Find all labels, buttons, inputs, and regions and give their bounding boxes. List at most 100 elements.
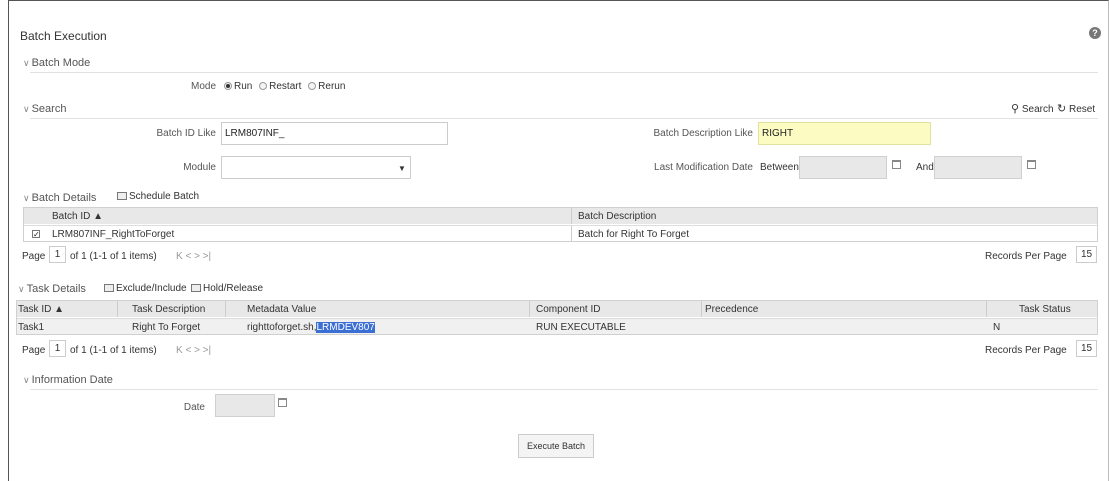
- module-label: Module: [183, 162, 216, 173]
- hold-icon: [191, 284, 201, 292]
- check-icon: ✓: [32, 230, 40, 239]
- pagination-nav-icons[interactable]: K < > >|: [176, 251, 211, 262]
- column-divider: [225, 301, 226, 317]
- between-label: Between: [760, 162, 799, 173]
- search-header[interactable]: ∨ Search: [23, 103, 66, 115]
- metadata-value-cell: righttoforget.sh,LRMDEV807: [247, 322, 375, 333]
- restart-radio[interactable]: [259, 82, 268, 90]
- search-button-label: Search: [1021, 104, 1054, 115]
- help-icon[interactable]: ?: [1089, 27, 1101, 39]
- information-date-input[interactable]: [215, 394, 275, 417]
- exclude-include-button[interactable]: Exclude/Include: [104, 283, 187, 294]
- calendar-icon[interactable]: [892, 160, 901, 169]
- column-divider: [117, 301, 118, 317]
- calendar-icon[interactable]: [278, 398, 287, 407]
- reset-icon: ↻: [1057, 103, 1067, 115]
- divider: [30, 72, 1098, 73]
- table-row[interactable]: ✓ LRM807INF_RightToForget Batch for Righ…: [24, 225, 1097, 241]
- run-label: Run: [234, 81, 253, 92]
- execute-batch-button[interactable]: Execute Batch: [518, 434, 594, 458]
- batch-desc-label: Batch Description Like: [653, 128, 754, 139]
- row-checkbox[interactable]: ✓: [32, 229, 40, 240]
- batch-desc-input[interactable]: RIGHT: [758, 122, 931, 145]
- column-divider: [701, 301, 702, 317]
- column-header-metadata-value[interactable]: Metadata Value: [247, 304, 316, 315]
- pagination-nav-icons[interactable]: K < > >|: [176, 345, 211, 356]
- page-number-input[interactable]: 1: [49, 246, 66, 263]
- column-header-task-description[interactable]: Task Description: [132, 304, 205, 315]
- metadata-value-selection: LRMDEV807: [316, 322, 375, 333]
- batch-table-header: Batch ID ▲ Batch Description: [24, 208, 1097, 224]
- batch-mode-header-label: Batch Mode: [31, 57, 91, 69]
- pagination-info: of 1 (1-1 of 1 items): [70, 251, 157, 262]
- last-mod-label: Last Modification Date: [654, 162, 753, 173]
- schedule-batch-label: Schedule Batch: [129, 191, 200, 202]
- hold-release-button[interactable]: Hold/Release: [191, 283, 263, 294]
- column-header-task-id[interactable]: Task ID ▲: [18, 304, 64, 315]
- metadata-value-text: righttoforget.sh,: [247, 322, 317, 333]
- column-divider: [529, 301, 530, 317]
- schedule-icon: [117, 192, 127, 200]
- divider: [30, 118, 1098, 119]
- search-header-label: Search: [31, 103, 67, 115]
- page-title: Batch Execution: [20, 29, 107, 43]
- table-row[interactable]: Task1 Right To Forget righttoforget.sh,L…: [17, 318, 1097, 334]
- column-divider: [571, 208, 572, 224]
- page-number-input[interactable]: 1: [49, 340, 66, 357]
- module-select[interactable]: [221, 156, 411, 179]
- task-id-cell: Task1: [18, 322, 45, 333]
- from-date-input[interactable]: [799, 156, 887, 179]
- mode-radio-group: Run Restart Rerun: [224, 81, 349, 92]
- information-date-header[interactable]: ∨ Information Date: [23, 374, 113, 386]
- mode-label: Mode: [190, 81, 216, 92]
- calendar-icon[interactable]: [1027, 160, 1036, 169]
- task-table-header: Task ID ▲ Task Description Metadata Valu…: [17, 301, 1097, 317]
- column-header-batch-id[interactable]: Batch ID ▲: [52, 211, 103, 222]
- batch-description-cell: Batch for Right To Forget: [578, 229, 689, 240]
- dropdown-caret-icon: ▼: [398, 164, 406, 173]
- exclude-include-label: Exclude/Include: [116, 283, 187, 294]
- chevron-down-icon: ∨: [23, 58, 30, 68]
- restart-label: Restart: [269, 81, 302, 92]
- task-description-cell: Right To Forget: [132, 322, 201, 333]
- chevron-down-icon: ∨: [23, 375, 30, 385]
- exclude-icon: [104, 284, 114, 292]
- date-label: Date: [183, 402, 205, 413]
- column-divider: [986, 301, 987, 317]
- pagination-page-label: Page: [22, 251, 46, 262]
- column-header-batch-description[interactable]: Batch Description: [578, 211, 656, 222]
- hold-release-label: Hold/Release: [203, 283, 264, 294]
- and-label: And: [916, 162, 934, 173]
- batch-id-input[interactable]: LRM807INF_: [221, 122, 448, 145]
- to-date-input[interactable]: [934, 156, 1022, 179]
- rerun-label: Rerun: [318, 81, 346, 92]
- task-details-header[interactable]: ∨ Task Details: [18, 283, 86, 295]
- batch-mode-header[interactable]: ∨ Batch Mode: [23, 57, 90, 69]
- search-icon: ⚲: [1011, 103, 1020, 115]
- pagination-page-label: Page: [22, 345, 46, 356]
- column-header-component-id[interactable]: Component ID: [536, 304, 600, 315]
- chevron-down-icon: ∨: [18, 284, 25, 294]
- rerun-radio[interactable]: [308, 82, 317, 90]
- records-per-page-input[interactable]: 15: [1076, 340, 1097, 357]
- reset-button-label: Reset: [1069, 104, 1096, 115]
- task-details-header-label: Task Details: [26, 283, 86, 295]
- batch-id-cell: LRM807INF_RightToForget: [52, 229, 175, 240]
- column-header-precedence[interactable]: Precedence: [705, 304, 758, 315]
- records-per-page-label: Records Per Page: [985, 251, 1067, 262]
- information-date-header-label: Information Date: [31, 374, 113, 386]
- search-button[interactable]: ⚲ Search: [1011, 102, 1054, 115]
- run-radio[interactable]: [224, 82, 232, 90]
- column-header-task-status[interactable]: Task Status: [1019, 304, 1071, 315]
- column-divider: [571, 226, 572, 241]
- schedule-batch-button[interactable]: Schedule Batch: [117, 191, 199, 202]
- batch-details-header[interactable]: ∨ Batch Details: [23, 192, 96, 204]
- chevron-down-icon: ∨: [23, 104, 30, 114]
- divider: [30, 389, 1098, 390]
- chevron-down-icon: ∨: [23, 193, 30, 203]
- batch-id-label: Batch ID Like: [156, 128, 216, 139]
- records-per-page-input[interactable]: 15: [1076, 246, 1097, 263]
- batch-details-header-label: Batch Details: [31, 192, 97, 204]
- component-id-cell: RUN EXECUTABLE: [536, 322, 626, 333]
- reset-button[interactable]: ↻ Reset: [1057, 102, 1095, 115]
